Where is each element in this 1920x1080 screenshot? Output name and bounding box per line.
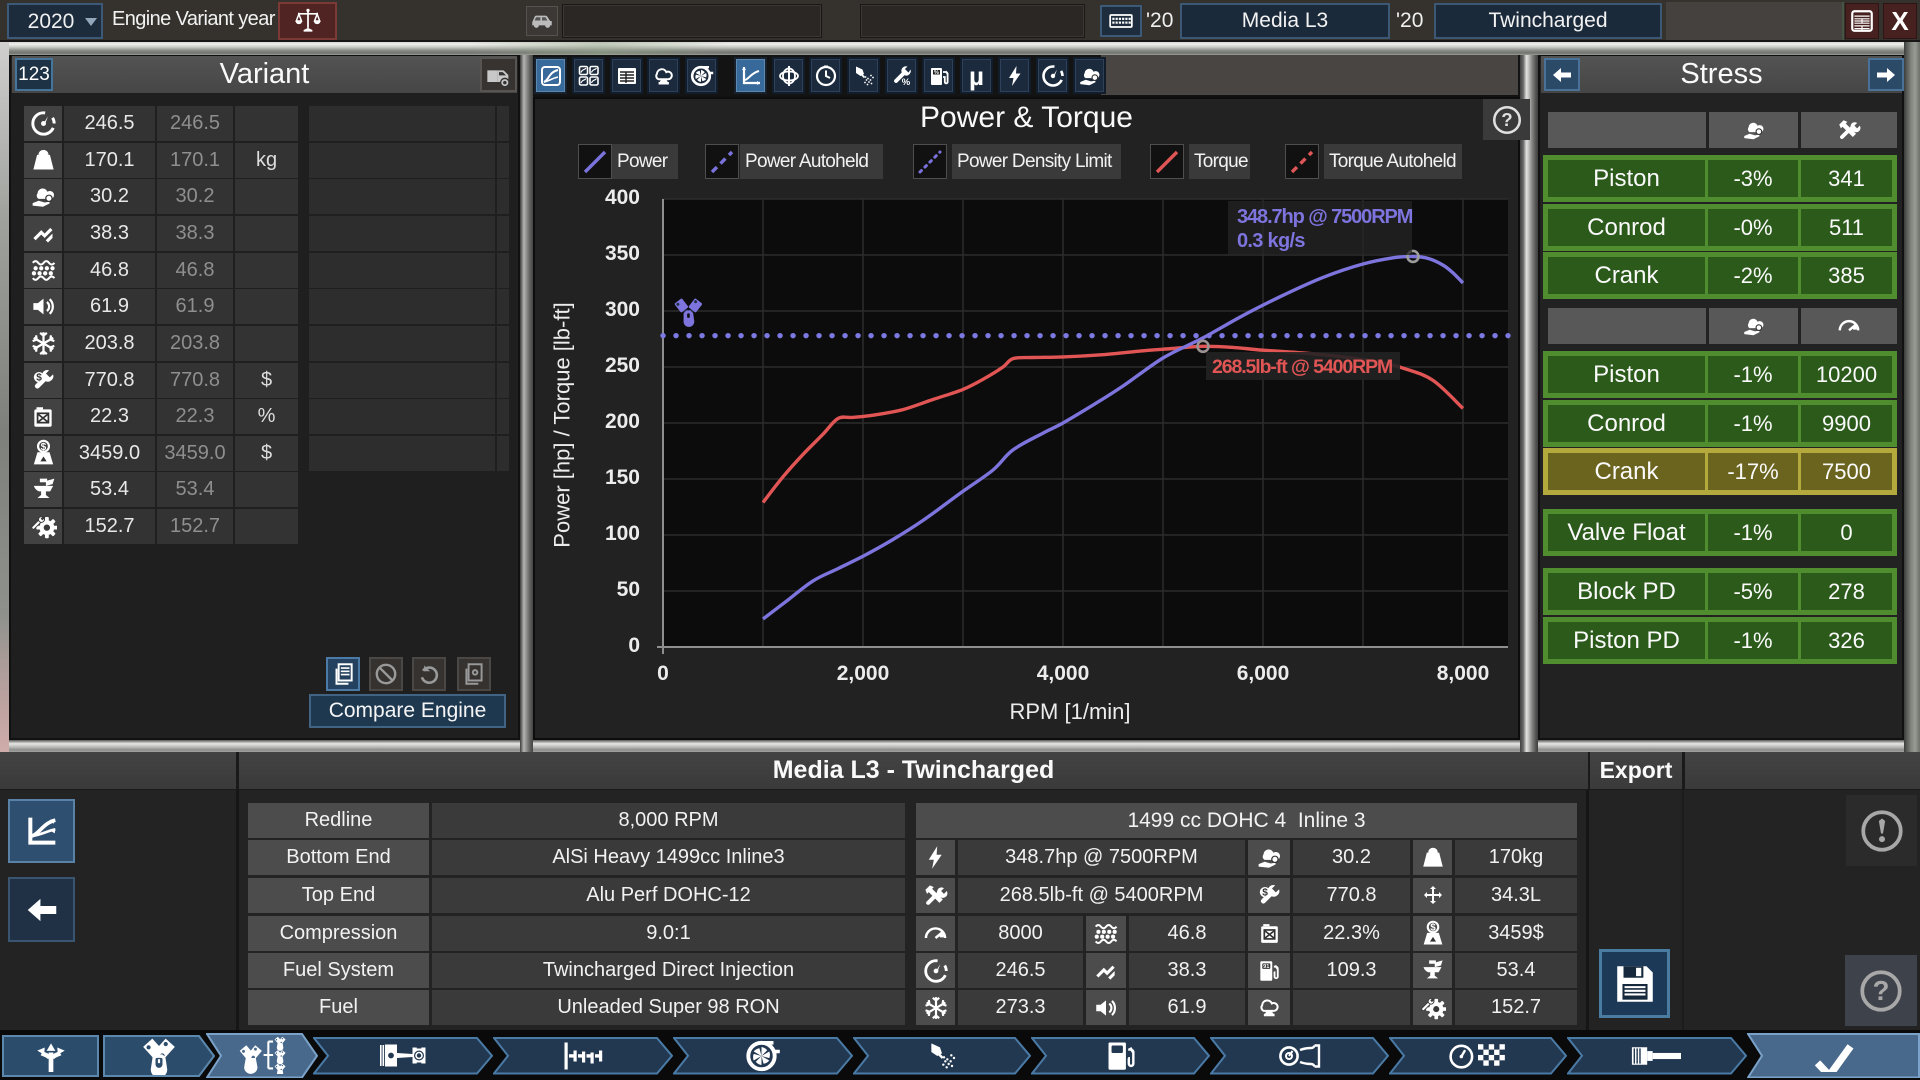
svg-text:$: $ <box>1430 922 1436 933</box>
svg-text:$: $ <box>1262 888 1268 899</box>
svg-text:$: $ <box>36 373 42 384</box>
svg-text:%: % <box>934 69 939 75</box>
svg-text:91: 91 <box>1263 964 1269 970</box>
svg-text:$: $ <box>40 442 46 453</box>
svg-text:?: ? <box>1873 974 1890 1005</box>
svg-text:%: % <box>901 77 910 88</box>
